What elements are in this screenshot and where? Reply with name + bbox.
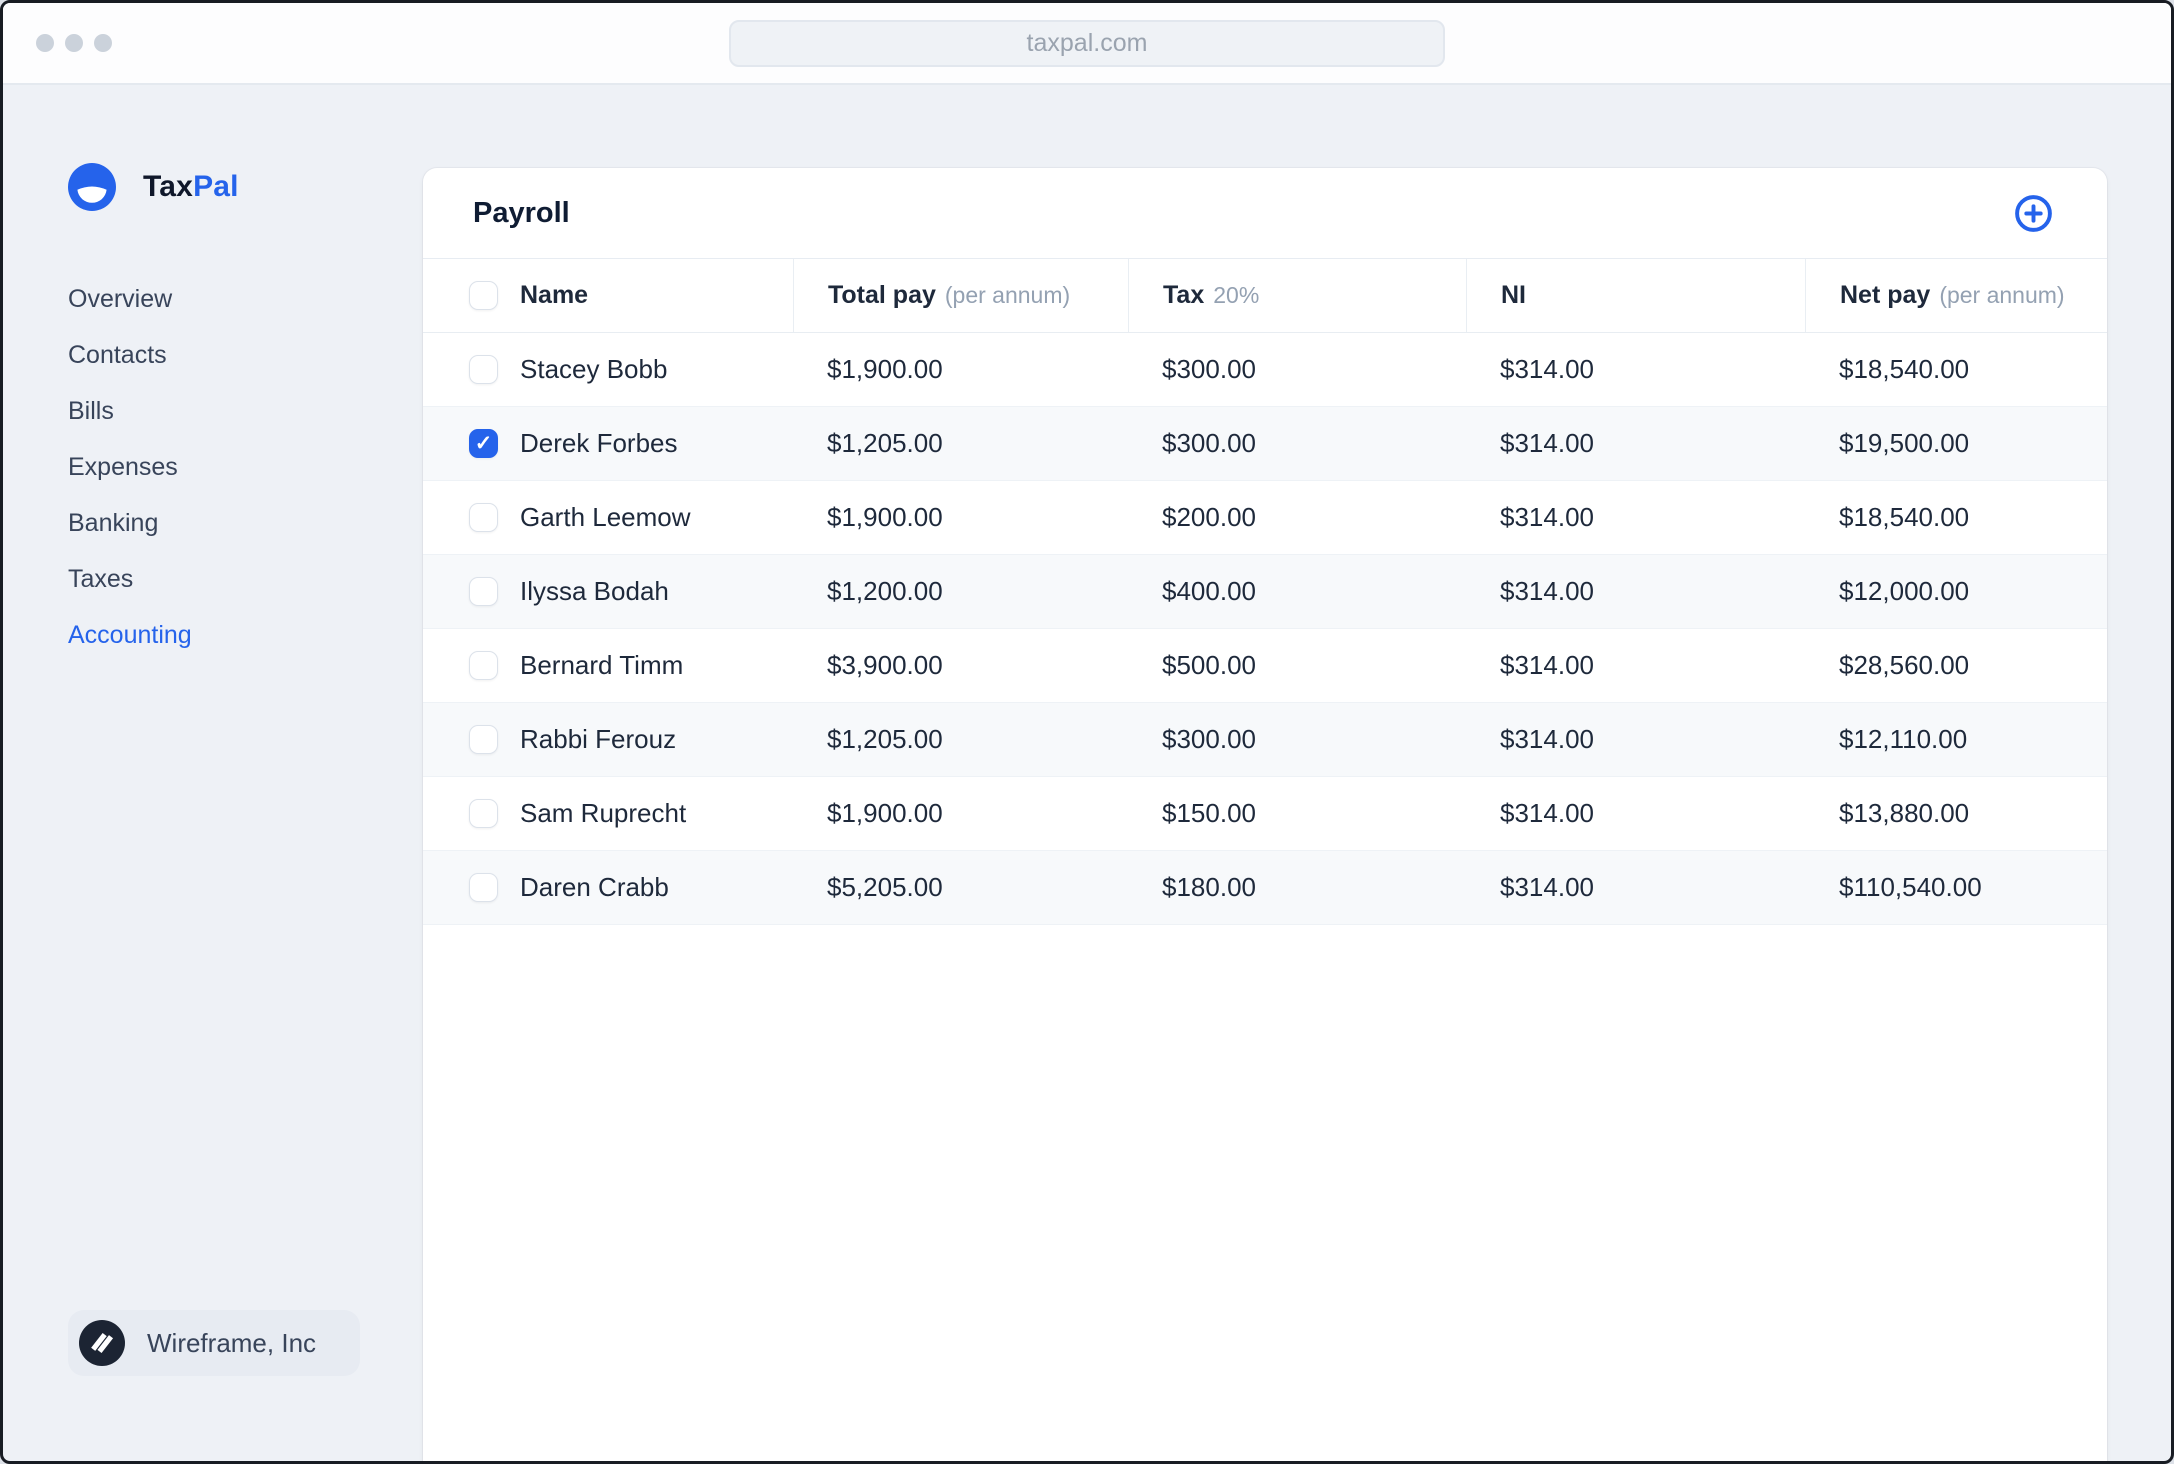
table-row: Derek Forbes $1,205.00 $300.00 $314.00 $…	[423, 407, 2107, 481]
browser-window: taxpal.com TaxPal Overview Contacts Bill…	[0, 0, 2174, 1464]
net-pay-value: $19,500.00	[1839, 428, 1970, 458]
total-pay-value: $1,205.00	[827, 724, 943, 754]
ni-value: $314.00	[1500, 428, 1594, 458]
employee-name: Bernard Timm	[520, 650, 684, 680]
sidebar-item-banking[interactable]: Banking	[68, 495, 423, 551]
employee-name: Derek Forbes	[520, 428, 678, 458]
window-control-dot[interactable]	[94, 34, 112, 52]
card-header: Payroll	[423, 168, 2107, 259]
sidebar-item-expenses[interactable]: Expenses	[68, 439, 423, 495]
sidebar-item-taxes[interactable]: Taxes	[68, 551, 423, 607]
sidebar: TaxPal Overview Contacts Bills Expenses …	[3, 85, 423, 1461]
tax-value: $150.00	[1162, 798, 1256, 828]
ni-value: $314.00	[1500, 650, 1594, 680]
row-checkbox[interactable]	[469, 355, 498, 384]
url-bar[interactable]: taxpal.com	[729, 19, 1445, 67]
tax-value: $500.00	[1162, 650, 1256, 680]
ni-value: $314.00	[1500, 798, 1594, 828]
employee-name: Rabbi Ferouz	[520, 724, 677, 754]
ni-value: $314.00	[1500, 872, 1594, 902]
net-pay-value: $12,000.00	[1839, 576, 1970, 606]
ni-value: $314.00	[1500, 576, 1594, 606]
table-row: Daren Crabb $5,205.00 $180.00 $314.00 $1…	[423, 851, 2107, 925]
ni-value: $314.00	[1500, 724, 1594, 754]
select-all-checkbox[interactable]	[469, 281, 498, 310]
employee-name: Stacey Bobb	[520, 354, 668, 384]
row-checkbox[interactable]	[469, 577, 498, 606]
tax-value: $180.00	[1162, 872, 1256, 902]
header-cell-ni: NI	[1466, 259, 1805, 332]
taxpal-logo[interactable]: TaxPal	[68, 163, 423, 211]
table-row: Stacey Bobb $1,900.00 $300.00 $314.00 $1…	[423, 333, 2107, 407]
row-checkbox[interactable]	[469, 799, 498, 828]
sidebar-nav: Overview Contacts Bills Expenses Banking…	[68, 271, 423, 663]
net-pay-value: $13,880.00	[1839, 798, 1970, 828]
header-cell-total-pay: Total pay (per annum)	[793, 259, 1128, 332]
wireframe-logo-icon	[79, 1320, 125, 1366]
row-checkbox[interactable]	[469, 873, 498, 902]
total-pay-value: $1,900.00	[827, 502, 943, 532]
sidebar-item-accounting[interactable]: Accounting	[68, 607, 423, 663]
tax-value: $300.00	[1162, 428, 1256, 458]
sidebar-item-bills[interactable]: Bills	[68, 383, 423, 439]
org-name: Wireframe, Inc	[147, 1327, 317, 1358]
sidebar-item-contacts[interactable]: Contacts	[68, 327, 423, 383]
total-pay-value: $3,900.00	[827, 650, 943, 680]
page-title: Payroll	[473, 196, 570, 229]
net-pay-value: $28,560.00	[1839, 650, 1970, 680]
net-pay-value: $12,110.00	[1839, 724, 1968, 754]
tax-value: $200.00	[1162, 502, 1256, 532]
header-cell-tax: Tax 20%	[1128, 259, 1466, 332]
org-switcher[interactable]: Wireframe, Inc	[68, 1310, 360, 1376]
plus-circle-icon	[2015, 194, 2052, 232]
tax-value: $400.00	[1162, 576, 1256, 606]
payroll-card: Payroll Name Total pay (per annum) Tax 2…	[423, 168, 2107, 1461]
header-cell-net-pay: Net pay (per annum)	[1805, 259, 2107, 332]
row-checkbox[interactable]	[469, 503, 498, 532]
net-pay-value: $110,540.00	[1839, 872, 1982, 902]
url-text: taxpal.com	[1026, 28, 1148, 57]
table-header-row: Name Total pay (per annum) Tax 20% NI Ne	[423, 259, 2107, 333]
employee-name: Daren Crabb	[520, 872, 669, 902]
brand-name: TaxPal	[143, 170, 239, 203]
table-row: Bernard Timm $3,900.00 $500.00 $314.00 $…	[423, 629, 2107, 703]
row-checkbox[interactable]	[469, 725, 498, 754]
ni-value: $314.00	[1500, 502, 1594, 532]
row-checkbox[interactable]	[469, 651, 498, 680]
table-row: Garth Leemow $1,900.00 $200.00 $314.00 $…	[423, 481, 2107, 555]
sidebar-item-overview[interactable]: Overview	[68, 271, 423, 327]
total-pay-value: $5,205.00	[827, 872, 943, 902]
table-row: Ilyssa Bodah $1,200.00 $400.00 $314.00 $…	[423, 555, 2107, 629]
window-controls[interactable]	[36, 34, 112, 52]
row-checkbox[interactable]	[469, 429, 498, 458]
tax-value: $300.00	[1162, 354, 1256, 384]
window-control-dot[interactable]	[65, 34, 83, 52]
net-pay-value: $18,540.00	[1839, 354, 1970, 384]
employee-name: Sam Ruprecht	[520, 798, 687, 828]
total-pay-value: $1,900.00	[827, 354, 943, 384]
window-control-dot[interactable]	[36, 34, 54, 52]
total-pay-value: $1,200.00	[827, 576, 943, 606]
employee-name: Garth Leemow	[520, 502, 691, 532]
taxpal-logo-icon	[68, 163, 116, 211]
app-content: TaxPal Overview Contacts Bills Expenses …	[3, 85, 2171, 1461]
add-payroll-button[interactable]	[2013, 193, 2054, 234]
employee-name: Ilyssa Bodah	[520, 576, 669, 606]
tax-value: $300.00	[1162, 724, 1256, 754]
total-pay-value: $1,900.00	[827, 798, 943, 828]
ni-value: $314.00	[1500, 354, 1594, 384]
table-row: Rabbi Ferouz $1,205.00 $300.00 $314.00 $…	[423, 703, 2107, 777]
total-pay-value: $1,205.00	[827, 428, 943, 458]
net-pay-value: $18,540.00	[1839, 502, 1970, 532]
browser-chrome: taxpal.com	[3, 3, 2171, 85]
header-cell-name: Name	[423, 259, 793, 332]
main-area: Payroll Name Total pay (per annum) Tax 2…	[423, 85, 2171, 1461]
table-row: Sam Ruprecht $1,900.00 $150.00 $314.00 $…	[423, 777, 2107, 851]
